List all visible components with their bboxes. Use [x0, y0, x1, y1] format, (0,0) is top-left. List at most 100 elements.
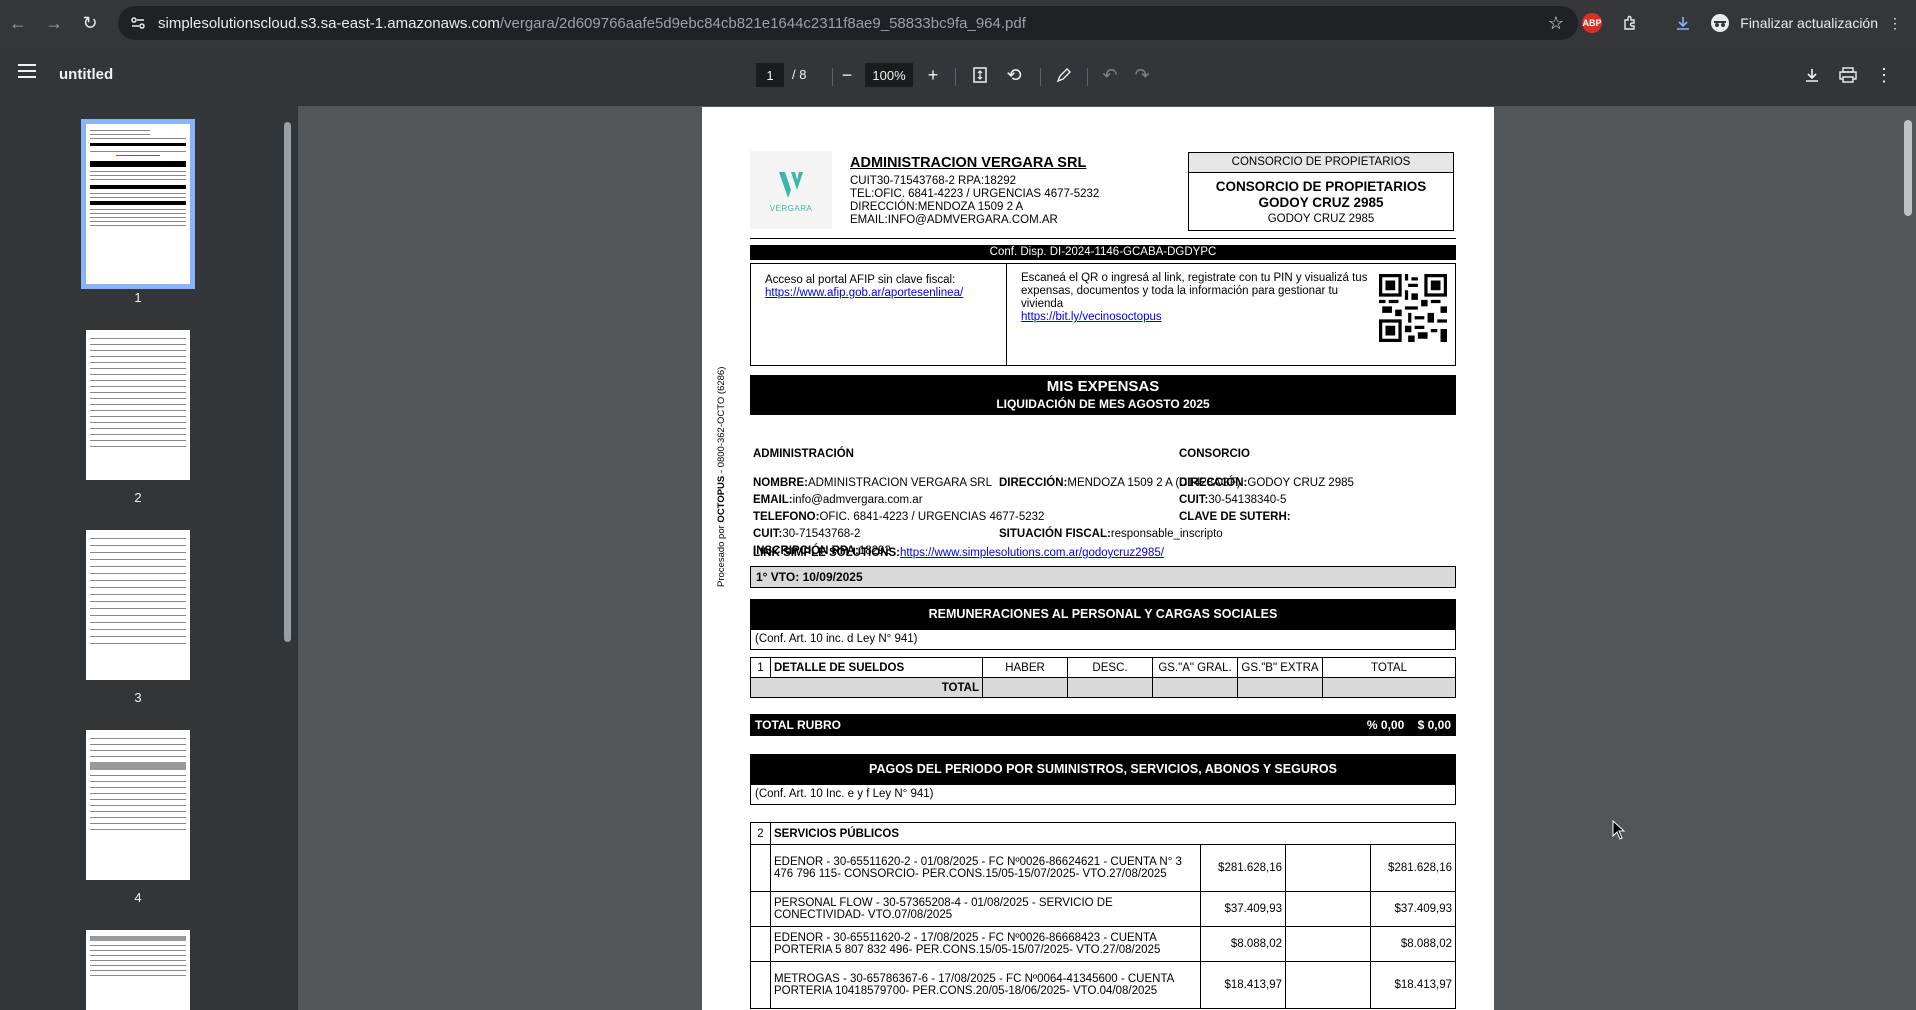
- menu-hamburger-icon[interactable]: [18, 64, 36, 82]
- download-icon[interactable]: [1798, 61, 1826, 89]
- admin-info-line: EMAIL:INFO@ADMVERGARA.COM.AR: [850, 214, 1058, 226]
- vergara-logo-icon: [779, 171, 803, 198]
- reload-icon[interactable]: ↻: [74, 7, 106, 39]
- extensions-puzzle-icon[interactable]: [1618, 11, 1642, 35]
- table-header-cell: DETALLE DE SUELDOS: [770, 657, 983, 678]
- table-cell: [1285, 844, 1371, 892]
- qr-link[interactable]: https://bit.ly/vecinosoctopus: [1021, 311, 1162, 323]
- undo-icon[interactable]: ↶: [1096, 61, 1124, 89]
- consorcio-cuit-value: 30-54138340-5: [1208, 494, 1287, 506]
- main-scrollbar[interactable]: [1900, 106, 1916, 1010]
- zoom-out-icon[interactable]: −: [833, 61, 861, 89]
- table-cell: [1285, 891, 1371, 927]
- zoom-in-icon[interactable]: +: [919, 61, 947, 89]
- link-label: LINK SIMPLE SOLUTIONS:: [753, 547, 900, 559]
- annotate-pen-icon[interactable]: [1050, 61, 1078, 89]
- thumbnail-page-2[interactable]: [86, 330, 190, 480]
- thumbnail-number: 2: [134, 490, 142, 505]
- vto-box: 1° VTO: 10/09/2025: [750, 566, 1456, 588]
- admin-info-line: TEL:OFIC. 6841-4223 / URGENCIAS 4677-523…: [850, 188, 1100, 200]
- table-row: TOTAL: [750, 677, 1456, 698]
- thumbnail-page-3[interactable]: [86, 530, 190, 680]
- redo-icon[interactable]: ↷: [1128, 61, 1156, 89]
- afip-text: Acceso al portal AFIP sin clave fiscal:: [765, 274, 956, 286]
- telefono-value: OFIC. 6841-4223 / URGENCIAS 4677-5232: [819, 511, 1045, 523]
- servicio-amount: $37.409,93: [1200, 891, 1286, 927]
- table-header-cell: DESC.: [1067, 657, 1153, 678]
- link-simple-solutions: LINK SIMPLE SOLUTIONS:https://www.simple…: [753, 547, 1164, 559]
- direccion-label: DIRECCIÓN:: [999, 477, 1068, 489]
- remuneraciones-band: REMUNERACIONES AL PERSONAL Y CARGAS SOCI…: [750, 599, 1456, 629]
- toolbar-divider: [1040, 68, 1041, 86]
- fit-page-icon[interactable]: [966, 61, 994, 89]
- admin-info-line: CUIT30-71543768-2 RPA:18292: [850, 175, 1017, 187]
- table-row: METROGAS - 30-65786367-6 - 17/08/2025 - …: [750, 961, 1456, 1009]
- main-scrollbar-thumb[interactable]: [1904, 120, 1912, 216]
- total-rubro-amount: $ 0,00: [1417, 718, 1451, 732]
- servicio-total: $37.409,93: [1370, 891, 1456, 927]
- address-bar[interactable]: simplesolutionscloud.s3.sa-east-1.amazon…: [118, 6, 1578, 40]
- servicio-desc: PERSONAL FLOW - 30-57365208-4 - 01/08/20…: [770, 891, 1201, 927]
- pagos-band: PAGOS DEL PERIODO POR SUMINISTROS, SERVI…: [750, 754, 1456, 784]
- pagos-note: (Conf. Art. 10 Inc. e y f Ley N° 941): [750, 784, 1456, 805]
- logo-text: VERGARA: [769, 203, 813, 213]
- page-number-input[interactable]: 1: [756, 63, 784, 87]
- suterh-label: CLAVE DE SUTERH:: [1179, 511, 1291, 523]
- afip-section: Acceso al portal AFIP sin clave fiscal: …: [751, 264, 1007, 365]
- sueldos-total-label: TOTAL: [750, 677, 983, 698]
- email-value: info@admvergara.com.ar: [792, 494, 923, 506]
- situacion-value: responsable_inscripto: [1110, 528, 1223, 540]
- table-cell: [982, 677, 1068, 698]
- consorcio-box: CONSORCIO DE PROPIETARIOS CONSORCIO DE P…: [1188, 152, 1454, 231]
- print-icon[interactable]: [1834, 61, 1862, 89]
- table-header-row: 1 DETALLE DE SUELDOS HABER DESC. GS."A" …: [750, 657, 1456, 678]
- zoom-input[interactable]: 100%: [865, 63, 913, 87]
- table-row: EDENOR - 30-65511620-2 - 17/08/2025 - FC…: [750, 926, 1456, 962]
- toolbar-divider: [955, 68, 956, 86]
- forward-icon[interactable]: →: [38, 7, 70, 39]
- link-simple-solutions-url[interactable]: https://www.simplesolutions.com.ar/godoy…: [900, 547, 1164, 559]
- thumbnail-page-5[interactable]: [86, 930, 190, 1010]
- admin-logo: VERGARA: [750, 151, 832, 229]
- sidebar-scrollbar-thumb[interactable]: [284, 122, 291, 642]
- consorcio-cuit-label: CUIT:: [1179, 494, 1209, 506]
- document-title: untitled: [59, 66, 114, 83]
- remuneraciones-note: (Conf. Art. 10 inc. d Ley N° 941): [750, 629, 1456, 650]
- divider: [750, 238, 1456, 239]
- thumbnail-page-1[interactable]: [81, 119, 195, 289]
- consorcio-heading: CONSORCIO: [1179, 448, 1250, 460]
- table-cell: [1067, 677, 1153, 698]
- servicio-desc: EDENOR - 30-65511620-2 - 17/08/2025 - FC…: [770, 926, 1201, 962]
- back-icon[interactable]: ←: [2, 7, 34, 39]
- consorcio-direccion-field: DIRECCIÓN:GODOY CRUZ 2985: [1179, 477, 1354, 489]
- finish-update-button[interactable]: Finalizar actualización ⋮: [1726, 8, 1916, 38]
- servicio-total: $281.628,16: [1370, 844, 1456, 892]
- mis-expensas-title: MIS EXPENSAS: [1046, 378, 1160, 395]
- afip-link[interactable]: https://www.afip.gob.ar/aportesenlinea/: [765, 287, 963, 299]
- liquidacion-title: LIQUIDACIÓN DE MES AGOSTO 2025: [996, 397, 1210, 411]
- consorcio-box-subtitle: GODOY CRUZ 2985: [1267, 213, 1375, 225]
- vertical-footer-text: Procesado por OCTOPUS - 0800-362-OCTO (6…: [716, 367, 727, 587]
- table-cell: [1285, 961, 1371, 1009]
- situacion-label: SITUACIÓN FISCAL:: [999, 528, 1111, 540]
- url-host: simplesolutionscloud.s3.sa-east-1.amazon…: [158, 14, 500, 32]
- total-rubro-pct: % 0,00: [1366, 718, 1405, 732]
- more-options-icon[interactable]: ⋮: [1870, 61, 1898, 89]
- admin-name-heading: ADMINISTRACION VERGARA SRL: [850, 155, 1087, 171]
- thumbnail-page-4[interactable]: [86, 730, 190, 880]
- telefono-label: TELEFONO:: [753, 511, 820, 523]
- url-text[interactable]: simplesolutionscloud.s3.sa-east-1.amazon…: [158, 15, 1026, 32]
- thumbnail-number: 1: [134, 290, 142, 305]
- more-vert-icon[interactable]: ⋮: [1888, 15, 1902, 32]
- downloads-icon[interactable]: [1671, 11, 1695, 35]
- total-rubro-band: TOTAL RUBRO % 0,00 $ 0,00: [750, 714, 1456, 736]
- admin-heading: ADMINISTRACIÓN: [753, 448, 854, 460]
- thumbnail-number: 4: [134, 890, 142, 905]
- bookmark-star-icon[interactable]: ☆: [1548, 13, 1564, 34]
- site-settings-icon[interactable]: [128, 13, 148, 33]
- admin-info-line: DIRECCIÓN:MENDOZA 1509 2 A: [850, 201, 1024, 213]
- email-field: EMAIL:info@admvergara.com.ar: [753, 494, 923, 506]
- adblock-plus-icon[interactable]: ABP: [1582, 13, 1602, 33]
- servicios-heading: SERVICIOS PÚBLICOS: [770, 822, 1456, 845]
- rotate-icon[interactable]: ⟲: [1000, 61, 1028, 89]
